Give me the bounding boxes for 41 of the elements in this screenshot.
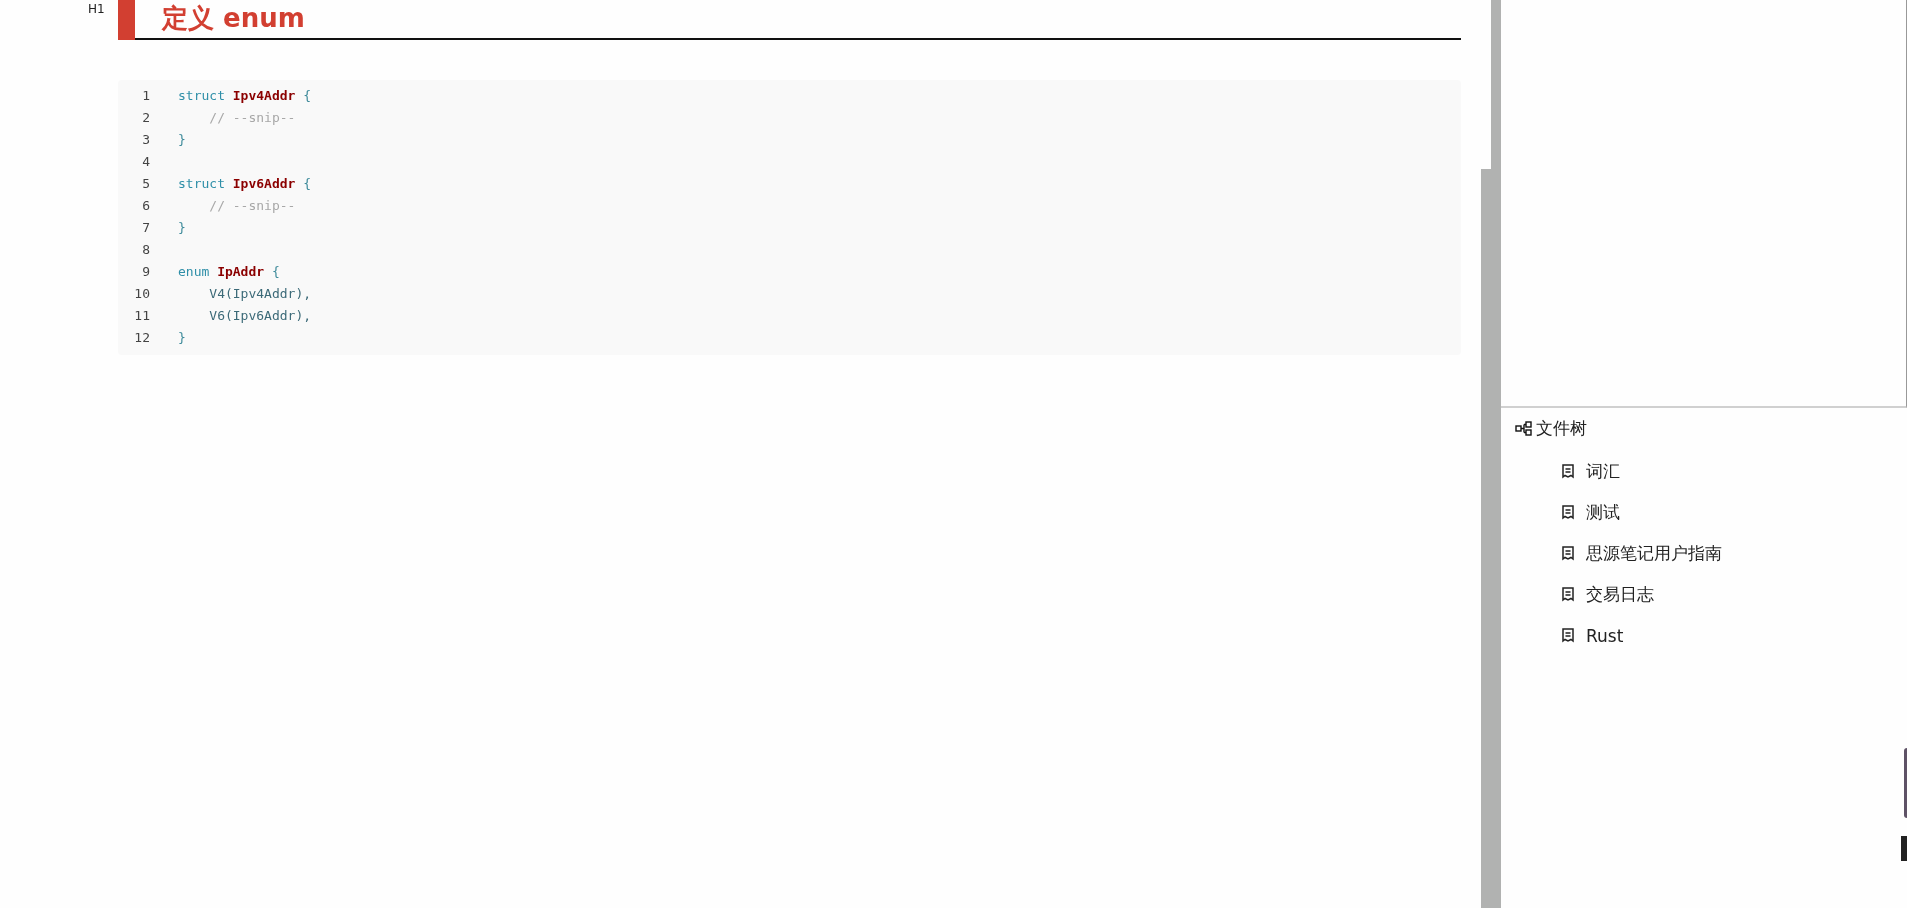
code-line: } <box>178 219 186 237</box>
notebook-item[interactable]: 交易日志 <box>1562 574 1907 615</box>
line-number: 5 <box>141 175 150 193</box>
document-icon <box>1562 464 1574 479</box>
line-number: 1 <box>141 87 150 105</box>
code-line: struct Ipv6Addr { <box>178 175 312 193</box>
notebook-item[interactable]: 思源笔记用户指南 <box>1562 533 1907 574</box>
document-icon <box>1562 628 1574 643</box>
document-icon <box>1562 505 1574 520</box>
code-line: struct Ipv4Addr { <box>178 87 312 105</box>
line-number: 9 <box>141 263 150 281</box>
code-line: // --snip-- <box>208 109 296 127</box>
line-number: 6 <box>141 197 150 215</box>
heading-level-label: H1 <box>88 2 105 16</box>
line-number: 2 <box>141 109 150 127</box>
notebook-item[interactable]: 词汇 <box>1562 451 1907 492</box>
line-number: 7 <box>141 219 150 237</box>
line-number: 4 <box>141 153 150 171</box>
code-line: V6(Ipv6Addr), <box>208 307 312 325</box>
tree-icon <box>1515 420 1532 436</box>
document-icon <box>1562 546 1574 561</box>
scrollbar[interactable] <box>1491 0 1501 170</box>
side-tab[interactable] <box>1901 836 1907 861</box>
line-number: 12 <box>133 329 150 347</box>
code-line: // --snip-- <box>208 197 296 215</box>
notebook-item[interactable]: Rust <box>1562 615 1907 656</box>
code-line: V4(Ipv4Addr), <box>208 285 312 303</box>
panel-title: 文件树 <box>1536 416 1587 440</box>
code-line: } <box>178 329 186 347</box>
code-line: enum IpAddr { <box>178 263 280 281</box>
scrollbar-thumb[interactable] <box>1481 169 1501 908</box>
notebook-item[interactable]: 测试 <box>1562 492 1907 533</box>
line-number: 8 <box>141 241 150 259</box>
line-number: 11 <box>133 307 150 325</box>
heading-title: 定义 enum <box>162 2 305 34</box>
document-icon <box>1562 587 1574 602</box>
code-line: } <box>178 131 186 149</box>
side-widget[interactable] <box>1904 748 1907 818</box>
heading-accent-bar <box>118 0 135 40</box>
line-number: 3 <box>141 131 150 149</box>
line-number: 10 <box>133 285 150 303</box>
